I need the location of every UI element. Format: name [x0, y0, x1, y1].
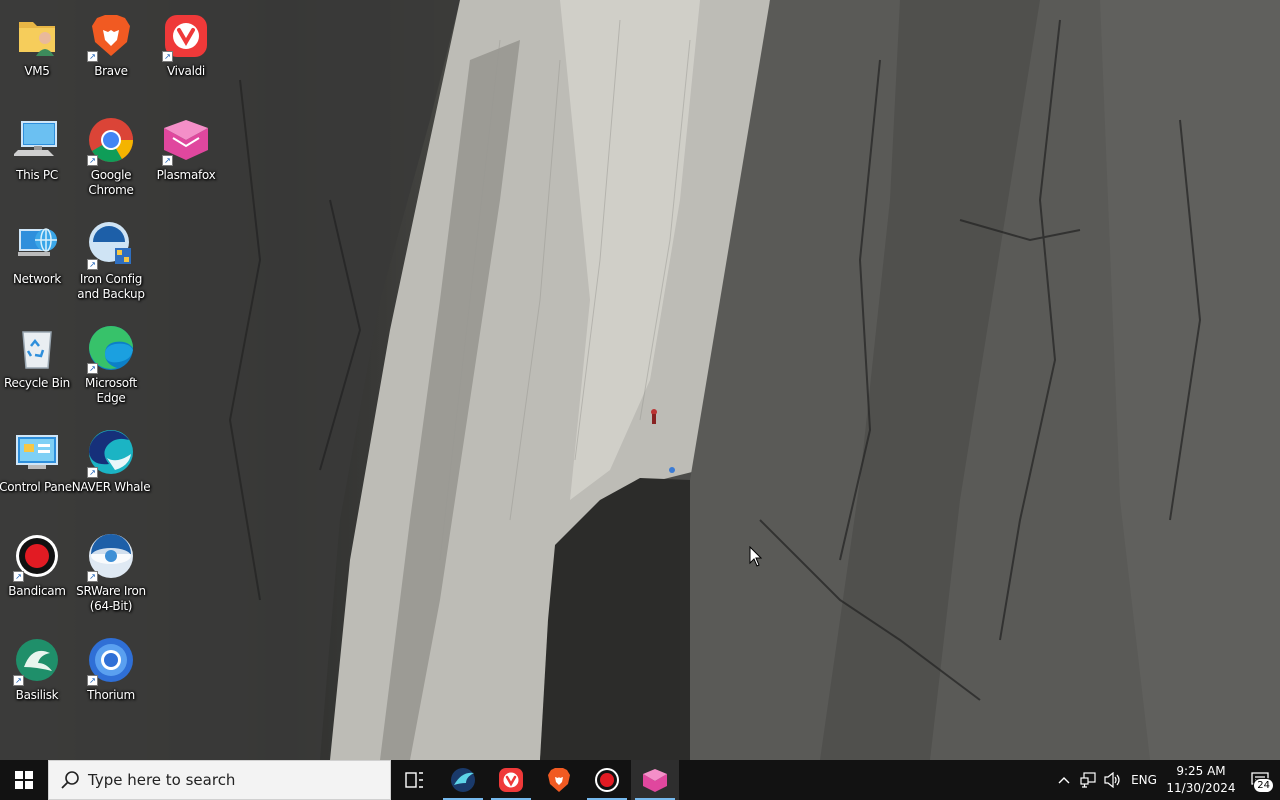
desktop-icon-bandicam[interactable]: ↗ Bandicam: [0, 526, 74, 626]
control-panel-icon: [11, 426, 63, 478]
desktop-icon-label: This PC: [16, 168, 58, 182]
desktop-icon-label: Thorium: [87, 688, 135, 702]
desktop-icon-label: Brave: [94, 64, 128, 78]
desktop-icon-naver-whale[interactable]: ↗ NAVER Whale: [71, 422, 151, 522]
desktop-icon-network[interactable]: Network: [0, 214, 74, 314]
clock[interactable]: 9:25 AM 11/30/2024: [1162, 760, 1240, 800]
desktop-icon-label: Microsoft Edge: [85, 376, 137, 405]
shortcut-arrow-icon: ↗: [87, 675, 98, 686]
start-button[interactable]: [0, 760, 48, 800]
taskbar-search-box[interactable]: Type here to search: [48, 760, 391, 800]
mouse-cursor-icon: [749, 546, 763, 567]
shortcut-arrow-icon: ↗: [87, 467, 98, 478]
brave-lion-icon: [548, 768, 570, 792]
taskbar-app-brave[interactable]: [535, 760, 583, 800]
desktop-icon-label: Network: [12, 272, 61, 286]
desktop-icon-label: NAVER Whale: [71, 480, 151, 494]
network-status-button[interactable]: [1076, 760, 1100, 800]
desktop-icon-vm5[interactable]: VM5: [0, 6, 74, 106]
chevron-up-icon: [1058, 777, 1070, 784]
system-tray: ENG 9:25 AM 11/30/2024 24: [1052, 760, 1280, 800]
taskbar-app-bandicam[interactable]: [583, 760, 631, 800]
input-language-indicator[interactable]: ENG: [1126, 760, 1162, 800]
desktop-icon-basilisk[interactable]: ↗ Basilisk: [0, 630, 74, 730]
desktop-icon-label: SRWare Iron (64-Bit): [76, 584, 146, 613]
desktop-icon-label: Plasmafox: [156, 168, 216, 182]
desktop-icon-google-chrome[interactable]: ↗ Google Chrome: [74, 110, 148, 210]
shortcut-arrow-icon: ↗: [87, 51, 98, 62]
search-icon: [61, 771, 79, 789]
action-center-button[interactable]: 24: [1240, 760, 1280, 800]
network-globe-icon: [11, 218, 63, 270]
srware-iron-icon: ↗: [85, 530, 137, 582]
notification-count-badge: 24: [1253, 778, 1274, 793]
shortcut-arrow-icon: ↗: [162, 51, 173, 62]
plasmafox-icon: [643, 769, 667, 792]
desktop-icon-iron-config-backup[interactable]: ↗ Iron Config and Backup: [74, 214, 148, 314]
vivaldi-icon: ↗: [160, 10, 212, 62]
volume-button[interactable]: [1100, 760, 1126, 800]
folder-user-icon: [11, 10, 63, 62]
basilisk-icon: ↗: [11, 634, 63, 686]
desktop-icon-label: Control Panel: [0, 480, 75, 494]
recycle-bin-icon: [11, 322, 63, 374]
show-hidden-icons-button[interactable]: [1052, 760, 1076, 800]
brave-lion-icon: ↗: [85, 10, 137, 62]
shortcut-arrow-icon: ↗: [87, 571, 98, 582]
desktop-icon-this-pc[interactable]: This PC: [0, 110, 74, 210]
chrome-icon: ↗: [85, 114, 137, 166]
desktop-icon-label: Iron Config and Backup: [77, 272, 145, 301]
desktop-icon-label: Vivaldi: [167, 64, 205, 78]
desktop-icon-brave[interactable]: ↗ Brave: [74, 6, 148, 106]
shortcut-arrow-icon: ↗: [162, 155, 173, 166]
bandicam-record-icon: ↗: [11, 530, 63, 582]
taskbar-app-swift[interactable]: [439, 760, 487, 800]
desktop-icon-microsoft-edge[interactable]: ↗ Microsoft Edge: [74, 318, 148, 418]
shortcut-arrow-icon: ↗: [87, 363, 98, 374]
whale-icon: ↗: [85, 426, 137, 478]
task-view-icon: [405, 772, 423, 788]
desktop-icon-label: Google Chrome: [88, 168, 134, 197]
swift-browser-icon: [451, 768, 475, 792]
windows-logo-icon: [15, 771, 33, 789]
speaker-icon: [1104, 772, 1120, 788]
edge-icon: ↗: [85, 322, 137, 374]
taskbar-app-plasmafox[interactable]: [631, 760, 679, 800]
plasmafox-icon: ↗: [160, 114, 212, 166]
network-wired-icon: [1080, 772, 1096, 788]
desktop-icon-srware-iron[interactable]: ↗ SRWare Iron (64-Bit): [74, 526, 148, 626]
search-placeholder: Type here to search: [88, 771, 236, 789]
taskbar: Type here to search ENG 9:25 AM 11/30/20…: [0, 760, 1280, 800]
shortcut-arrow-icon: ↗: [87, 155, 98, 166]
iron-config-icon: ↗: [85, 218, 137, 270]
desktop-icon-recycle-bin[interactable]: Recycle Bin: [0, 318, 74, 418]
shortcut-arrow-icon: ↗: [87, 259, 98, 270]
clock-date: 11/30/2024: [1166, 781, 1236, 795]
desktop-icon-plasmafox[interactable]: ↗ Plasmafox: [149, 110, 223, 210]
desktop-icon-label: Bandicam: [8, 584, 66, 598]
desktop-icon-vivaldi[interactable]: ↗ Vivaldi: [149, 6, 223, 106]
desktop-icon-label: Basilisk: [15, 688, 59, 702]
desktop-icon-label: VM5: [24, 64, 50, 78]
desktop-icon-thorium[interactable]: ↗ Thorium: [74, 630, 148, 730]
vivaldi-icon: [499, 768, 523, 792]
desktop-icon-control-panel[interactable]: Control Panel: [0, 422, 75, 522]
desktop-icon-label: Recycle Bin: [4, 376, 70, 390]
clock-time: 9:25 AM: [1176, 764, 1226, 778]
task-view-button[interactable]: [391, 760, 439, 800]
shortcut-arrow-icon: ↗: [13, 675, 24, 686]
shortcut-arrow-icon: ↗: [13, 571, 24, 582]
bandicam-record-icon: [595, 768, 619, 792]
computer-icon: [11, 114, 63, 166]
thorium-icon: ↗: [85, 634, 137, 686]
taskbar-app-vivaldi[interactable]: [487, 760, 535, 800]
